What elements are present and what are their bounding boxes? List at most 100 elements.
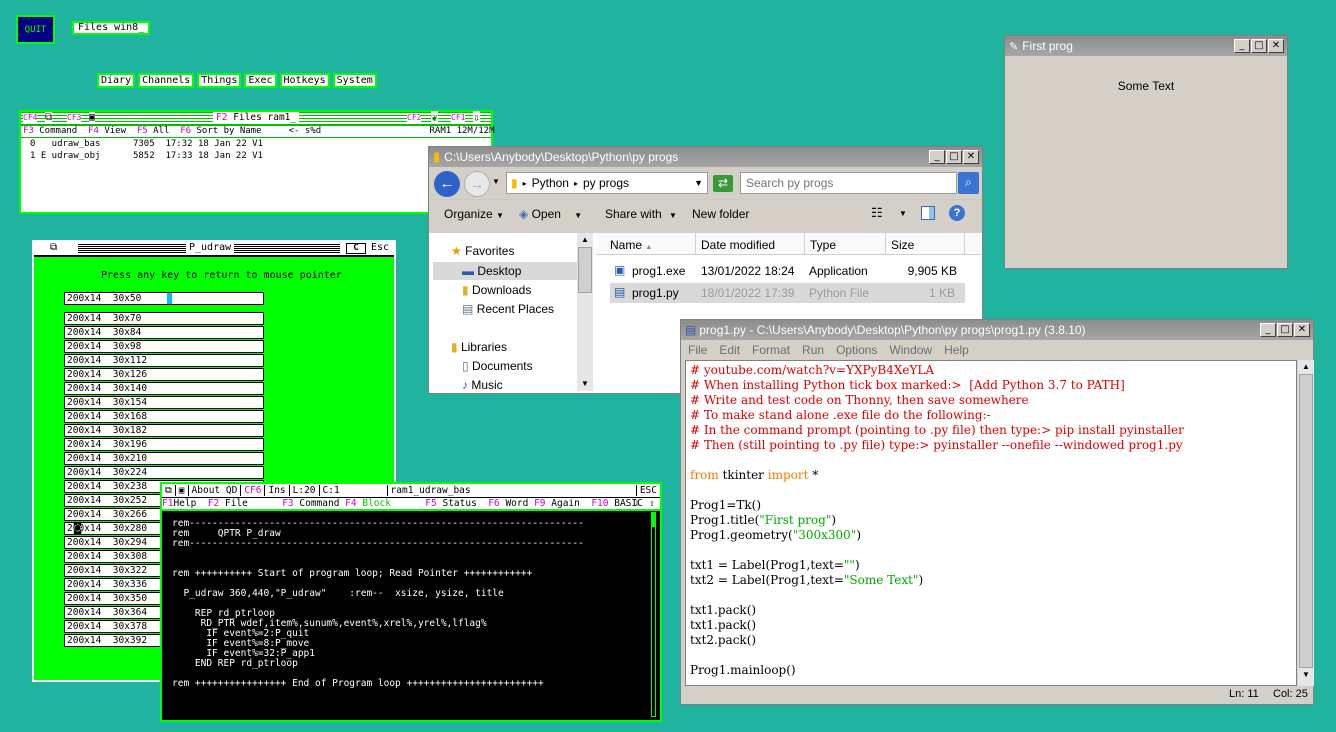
sort-key[interactable]: Sort by Name bbox=[196, 126, 261, 136]
maximize-button[interactable]: □ bbox=[946, 150, 962, 164]
menu-things[interactable]: Things bbox=[197, 73, 242, 88]
idle-code-area[interactable]: # youtube.com/watch?v=YXPyB4XeYLA # When… bbox=[685, 360, 1297, 686]
cf4-key[interactable]: CF4 bbox=[23, 113, 38, 122]
move-icon[interactable]: ⧉ bbox=[50, 242, 57, 253]
esc-button[interactable]: Esc bbox=[371, 242, 389, 253]
view-options-icon[interactable]: ☷ bbox=[871, 205, 883, 221]
cf1-key[interactable]: CF1 bbox=[451, 113, 466, 122]
menu-channels[interactable]: Channels bbox=[138, 73, 195, 88]
address-dropdown-icon[interactable]: ▼ bbox=[694, 178, 703, 188]
new-folder-button[interactable]: New folder bbox=[692, 207, 749, 221]
menu-format[interactable]: Format bbox=[752, 343, 790, 357]
file-row[interactable]: 0 udraw_bas 7305 17:32 18 Jan 22 V1 bbox=[21, 138, 491, 150]
pudraw-item[interactable]: 200x14 30x50 bbox=[64, 292, 264, 305]
nav-documents[interactable]: ▯ Documents bbox=[462, 359, 533, 373]
folder-icon[interactable]: ▣ bbox=[89, 112, 96, 123]
pudraw-item[interactable]: 200x14 30x182 bbox=[64, 424, 264, 437]
all-key[interactable]: All bbox=[153, 126, 169, 136]
view-dropdown-icon[interactable]: ▼ bbox=[899, 209, 907, 218]
pudraw-item[interactable]: 200x14 30x112 bbox=[64, 354, 264, 367]
window-icon[interactable]: ▣ bbox=[176, 485, 189, 496]
block-key[interactable]: Block bbox=[362, 498, 391, 509]
again-key[interactable]: Again bbox=[551, 498, 580, 509]
about-button[interactable]: About QD bbox=[189, 485, 242, 496]
cf3-key[interactable]: CF3 bbox=[67, 113, 82, 122]
back-button[interactable]: ← bbox=[434, 171, 460, 197]
menu-options[interactable]: Options bbox=[836, 343, 877, 357]
close-button[interactable]: ✕ bbox=[963, 150, 979, 164]
menu-diary[interactable]: Diary bbox=[97, 73, 136, 88]
pudraw-item[interactable]: 200x14 30x70 bbox=[64, 312, 264, 325]
cf6-key[interactable]: CF6 bbox=[241, 485, 266, 496]
help-icon[interactable]: ? bbox=[949, 205, 965, 221]
address-breadcrumb[interactable]: ▮ ▸ Python ▸ py progs ▼ bbox=[506, 172, 708, 194]
search-icon[interactable]: ⌕ bbox=[958, 172, 979, 194]
command-key[interactable]: Command bbox=[39, 126, 77, 136]
pudraw-item[interactable]: 200x14 30x98 bbox=[64, 340, 264, 353]
nav-recent-places[interactable]: ▤ Recent Places bbox=[462, 302, 554, 316]
column-name[interactable]: Name ▲ bbox=[596, 233, 696, 255]
nav-desktop[interactable]: ▬ Desktop bbox=[462, 264, 521, 278]
menu-edit[interactable]: Edit bbox=[719, 343, 740, 357]
pudraw-item[interactable]: 200x14 30x210 bbox=[64, 452, 264, 465]
word-key[interactable]: Word bbox=[505, 498, 528, 509]
menu-window[interactable]: Window bbox=[889, 343, 932, 357]
pudraw-item[interactable]: 200x14 30x196 bbox=[64, 438, 264, 451]
preview-pane-icon[interactable] bbox=[921, 206, 935, 220]
view-key[interactable]: View bbox=[104, 126, 126, 136]
pudraw-item[interactable]: 200x14 30x168 bbox=[64, 410, 264, 423]
pudraw-item[interactable]: 200x14 30x224 bbox=[64, 466, 264, 479]
insert-mode[interactable]: Ins bbox=[265, 485, 290, 496]
minimize-button[interactable]: _ bbox=[1234, 39, 1250, 53]
esc-button[interactable]: ESC bbox=[637, 485, 660, 496]
menu-system[interactable]: System bbox=[332, 73, 377, 88]
pudraw-item[interactable]: 200x14 30x154 bbox=[64, 396, 264, 409]
pudraw-item[interactable]: 200x14 30x126 bbox=[64, 368, 264, 381]
file-row[interactable]: 1 E udraw_obj 5852 17:33 18 Jan 22 V1 bbox=[21, 150, 491, 162]
quit-button[interactable]: QUIT bbox=[16, 15, 55, 44]
cf2-key[interactable]: CF2 bbox=[407, 113, 422, 122]
menu-help[interactable]: Help bbox=[944, 343, 969, 357]
back-key[interactable]: <- s%d bbox=[289, 126, 322, 136]
down-arrow-icon[interactable]: ⇩ bbox=[634, 498, 640, 510]
minimize-button[interactable]: _ bbox=[1260, 323, 1276, 337]
breadcrumb-python[interactable]: Python bbox=[532, 176, 569, 190]
column-date-modified[interactable]: Date modified bbox=[697, 233, 805, 255]
menu-run[interactable]: Run bbox=[802, 343, 824, 357]
nav-scrollbar[interactable]: ▲ ▼ bbox=[577, 233, 593, 391]
windows-icon[interactable]: ⧉ bbox=[45, 112, 53, 123]
up-arrow-icon[interactable]: ⇧ bbox=[649, 498, 655, 510]
editor-scrollbar[interactable] bbox=[651, 512, 656, 717]
organize-menu[interactable]: Organize ▼ bbox=[444, 207, 504, 221]
pudraw-item[interactable]: 200x14 30x140 bbox=[64, 382, 264, 395]
close-icon[interactable]: C bbox=[346, 243, 366, 254]
nav-libraries[interactable]: ▮ Libraries bbox=[451, 340, 507, 354]
file-row-selected[interactable]: ▤ prog1.py 18/01/2022 17:39 Python File … bbox=[610, 283, 965, 303]
column-type[interactable]: Type bbox=[806, 233, 886, 255]
help-key[interactable]: Help bbox=[173, 498, 196, 509]
nav-downloads[interactable]: ▮ Downloads bbox=[462, 283, 531, 297]
menu-hotkeys[interactable]: Hotkeys bbox=[279, 73, 330, 88]
close-button[interactable]: ✕ bbox=[1294, 323, 1310, 337]
menu-file[interactable]: File bbox=[688, 343, 707, 357]
share-with-menu[interactable]: Share with ▼ bbox=[605, 207, 677, 221]
file-key[interactable]: File bbox=[225, 498, 248, 509]
column-size[interactable]: Size bbox=[887, 233, 965, 255]
idle-scrollbar[interactable]: ▲ ▼ bbox=[1298, 360, 1314, 686]
maximize-button[interactable]: □ bbox=[1277, 323, 1293, 337]
command-key[interactable]: Command bbox=[299, 498, 339, 509]
file-row[interactable]: ▣ prog1.exe 13/01/2022 18:24 Application… bbox=[596, 261, 981, 281]
move-icon[interactable]: ⧉ bbox=[162, 485, 176, 496]
feather-icon[interactable]: ❦ bbox=[431, 111, 438, 124]
search-input[interactable] bbox=[740, 172, 957, 194]
minimize-button[interactable]: _ bbox=[929, 150, 945, 164]
refresh-icon[interactable]: ⇄ bbox=[713, 175, 733, 192]
forward-button[interactable]: → bbox=[464, 171, 490, 197]
breadcrumb-py-progs[interactable]: py progs bbox=[583, 176, 629, 190]
open-menu[interactable]: ◈ Open ▼ bbox=[519, 207, 582, 221]
nav-favorites[interactable]: ★ Favorites bbox=[451, 244, 514, 258]
maximize-button[interactable]: □ bbox=[1251, 39, 1267, 53]
editor-code[interactable]: rem-------------------------------------… bbox=[162, 511, 660, 689]
nav-music[interactable]: ♪ Music bbox=[462, 378, 503, 392]
pudraw-item[interactable]: 200x14 30x84 bbox=[64, 326, 264, 339]
